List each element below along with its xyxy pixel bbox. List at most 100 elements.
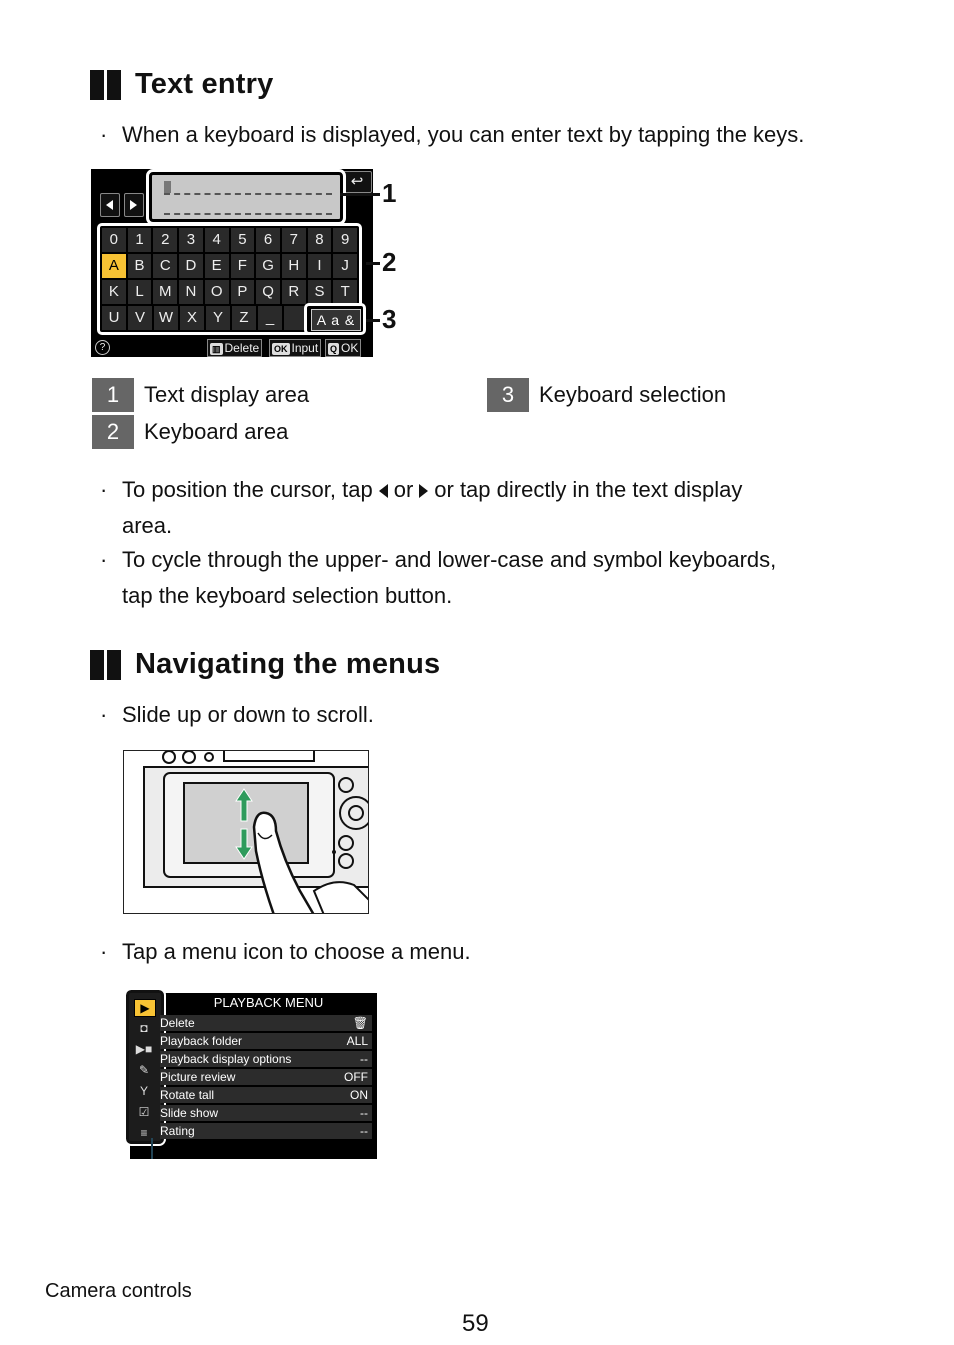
camera-icon[interactable]: ◘ [134,1020,154,1036]
menu-item-value: -- [360,1106,368,1120]
key-s[interactable]: S [307,280,332,304]
text-display-area[interactable] [146,169,346,225]
keyboard-bottom-bar: ? ▥ Delete OK Input Q OK [91,339,373,357]
menu-item[interactable]: Rating -- [160,1123,372,1139]
text-cursor [164,181,171,193]
key-3[interactable]: 3 [179,228,203,252]
legend-item-1: 1 Text display area [92,378,309,412]
menu-item[interactable]: Playback display options -- [160,1051,372,1067]
triangle-right-icon [130,200,137,210]
menu-item-value: 🗑 [352,1016,368,1030]
key-a[interactable]: A [102,254,126,278]
key-t[interactable]: T [333,280,358,304]
key-h[interactable]: H [281,254,306,278]
key-x[interactable]: X [180,306,204,330]
key-m[interactable]: M [153,280,178,304]
retouch-icon[interactable]: ☑ [134,1104,154,1120]
menu-divider [151,1138,153,1159]
key-r[interactable]: R [281,280,306,304]
callout-3: 3 [382,304,397,334]
ok-icon: OK [272,343,290,355]
menu-title: PLAYBACK MENU [213,995,324,1010]
heading-text-entry: Text entry [90,68,273,101]
key-5[interactable]: 5 [230,228,255,252]
key-8[interactable]: 8 [307,228,332,252]
key-g[interactable]: G [256,254,280,278]
callout-line [366,319,380,322]
key-4[interactable]: 4 [204,228,229,252]
callout-line [340,193,380,196]
key-d[interactable]: D [179,254,203,278]
menu-item-value: ALL [346,1034,368,1048]
legend-item-2: 2 Keyboard area [92,415,288,449]
key-n[interactable]: N [179,280,203,304]
bullet-item: · Tap a menu icon to choose a menu. [100,939,471,964]
key-b[interactable]: B [127,254,152,278]
key-k[interactable]: K [102,280,126,304]
help-icon[interactable]: ? [95,340,110,355]
menu-item-value: OFF [344,1070,368,1084]
key-underscore[interactable]: _ [258,306,282,330]
keyboard-screen: ↩ 0 1 2 3 4 5 6 7 8 9 A B C D E F G H I J K L M N O P Q R S T U V W X Y Z _ … [91,169,373,357]
menu-item[interactable]: Picture review OFF [160,1069,372,1085]
key-e[interactable]: E [204,254,229,278]
key-y[interactable]: Y [206,306,230,330]
bullet-item: · To cycle through the upper- and lower-… [100,547,777,608]
key-0[interactable]: 0 [102,228,126,252]
key-9[interactable]: 9 [333,228,358,252]
menu-item[interactable]: Delete 🗑 [160,1015,372,1031]
menu-item-label: Playback display options [160,1052,292,1066]
zoom-icon: Q [328,343,340,355]
triangle-right-icon [419,484,429,498]
key-j[interactable]: J [333,254,358,278]
bullet-item: · Slide up or down to scroll. [100,702,374,727]
menu-item-label: Rotate tall [160,1088,215,1102]
keyboard-selection-button[interactable]: A a & [304,303,366,335]
menu-item[interactable]: Slide show -- [160,1105,372,1121]
input-button[interactable]: OK Input [269,339,322,357]
cursor-right-button[interactable] [124,193,144,217]
key-z[interactable]: Z [232,306,256,330]
key-u[interactable]: U [102,306,126,330]
key-2[interactable]: 2 [153,228,178,252]
key-p[interactable]: P [230,280,255,304]
key-i[interactable]: I [307,254,332,278]
menu-item[interactable]: Playback folder ALL [160,1033,372,1049]
heading-marker-icon [90,69,121,100]
bullet-item: · When a keyboard is displayed, you can … [100,122,805,147]
delete-button[interactable]: ▥ Delete [207,339,263,357]
triangle-left-icon [378,484,388,498]
trash-icon: ▥ [210,343,223,355]
keyboard-row: ABCDEFGHIJ [102,254,358,278]
menu-item-value: ON [350,1088,368,1102]
keyboard-row: 0123456789 [102,228,358,252]
key-1[interactable]: 1 [127,228,152,252]
key-q[interactable]: Q [256,280,280,304]
text-line [164,193,332,195]
movie-icon[interactable]: ▶■ [134,1041,154,1057]
keyboard-row: KLMNOPQRST [102,280,358,304]
camera-drawing [124,751,368,913]
wrench-icon[interactable]: Y [134,1083,154,1099]
key-c[interactable]: C [153,254,178,278]
key-7[interactable]: 7 [281,228,306,252]
menu-item[interactable]: Rotate tall ON [160,1087,372,1103]
key-v[interactable]: V [128,306,152,330]
menu-item-value: -- [360,1124,368,1138]
heading-title: Text entry [135,68,274,100]
key-6[interactable]: 6 [256,228,280,252]
playback-icon[interactable]: ▶ [134,999,156,1017]
pencil-icon[interactable]: ✎ [134,1062,154,1078]
callout-1: 1 [382,178,397,208]
bullet-item: · To position the cursor, tap or or tap di… [100,477,743,538]
cursor-left-button[interactable] [100,193,120,217]
key-o[interactable]: O [204,280,229,304]
playback-menu-screen: ▶ ◘ ▶■ ✎ Y ☑ ≡ PLAYBACK MENU Delete 🗑 Playback f… [124,988,377,1159]
key-w[interactable]: W [154,306,178,330]
key-f[interactable]: F [230,254,255,278]
menu-item-label: Picture review [160,1070,236,1084]
ok-button[interactable]: Q OK [325,339,362,357]
triangle-left-icon [106,200,113,210]
back-icon[interactable]: ↩ [342,171,372,193]
key-l[interactable]: L [127,280,152,304]
